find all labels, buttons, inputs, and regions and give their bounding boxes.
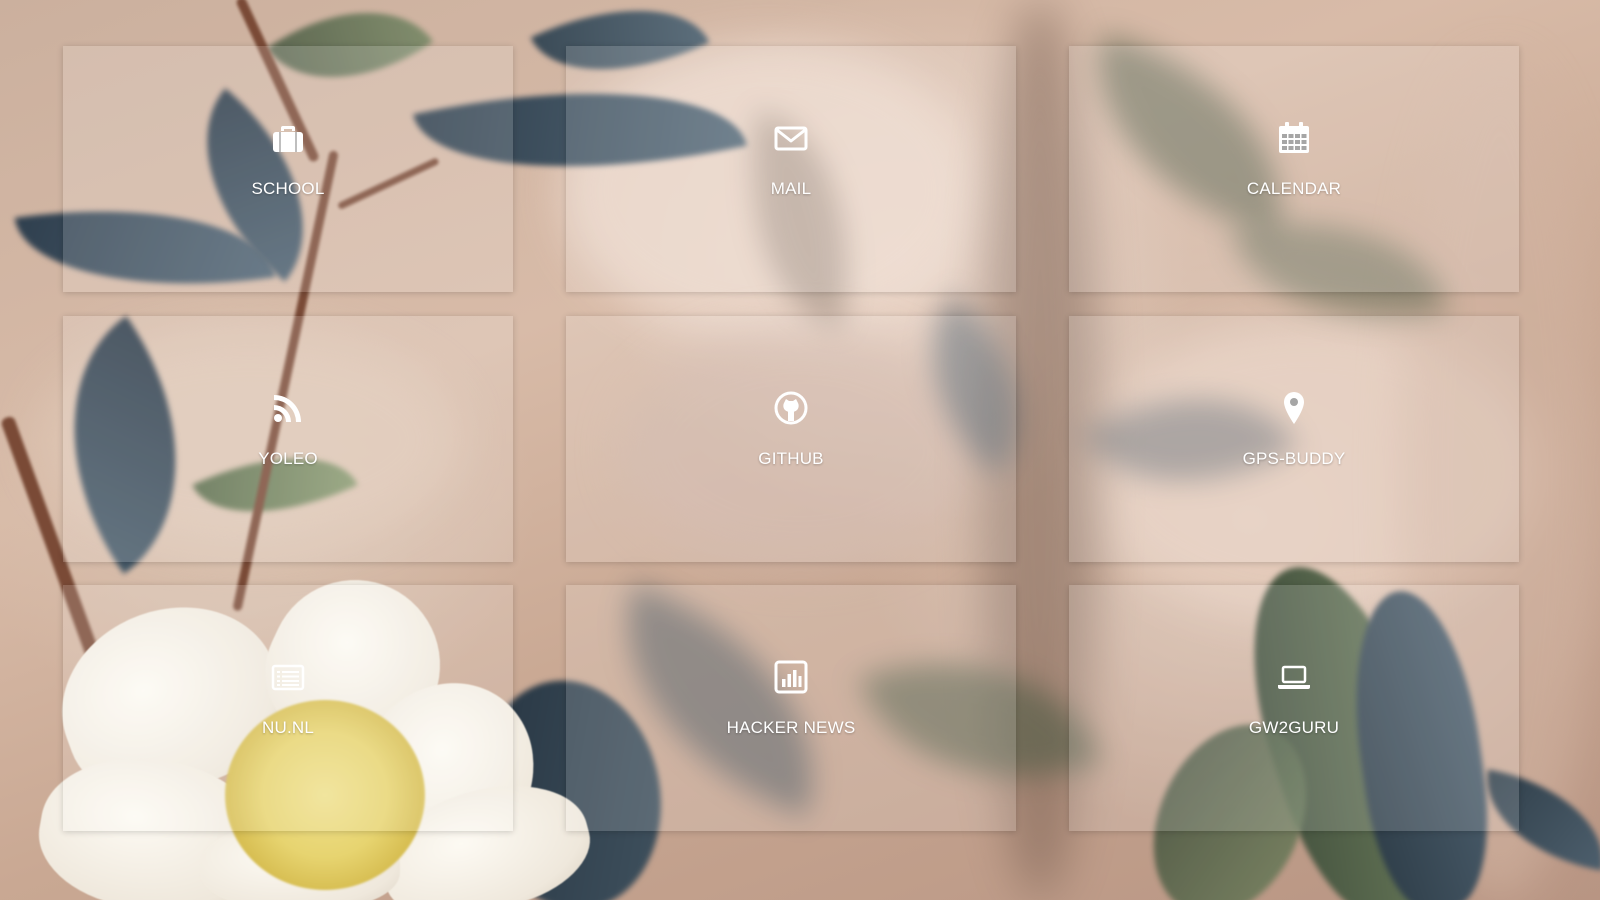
tile-gw2guru[interactable]: GW2GURU <box>1069 585 1519 831</box>
tile-hacker-news[interactable]: HACKER NEWS <box>566 585 1016 831</box>
bar-chart-icon <box>773 659 809 695</box>
tile-label: MAIL <box>770 179 812 198</box>
envelope-icon <box>773 120 809 156</box>
calendar-icon <box>1276 120 1312 156</box>
tile-label: NU.NL <box>261 718 314 737</box>
github-icon <box>773 390 809 426</box>
tile-label: HACKER NEWS <box>726 718 856 737</box>
laptop-icon <box>1276 659 1312 695</box>
tile-yoleo[interactable]: YOLEO <box>63 316 513 562</box>
newspaper-icon <box>270 659 306 695</box>
tile-label: SCHOOL <box>251 179 325 198</box>
tile-gps-buddy[interactable]: GPS-BUDDY <box>1069 316 1519 562</box>
tile-label: CALENDAR <box>1246 179 1342 198</box>
tile-label: GITHUB <box>758 449 824 468</box>
briefcase-icon <box>270 120 306 156</box>
map-pin-icon <box>1276 390 1312 426</box>
tile-nu-nl[interactable]: NU.NL <box>63 585 513 831</box>
tile-label: GW2GURU <box>1248 718 1340 737</box>
tile-github[interactable]: GITHUB <box>566 316 1016 562</box>
tile-school[interactable]: SCHOOL <box>63 46 513 292</box>
tile-label: YOLEO <box>258 449 318 468</box>
tile-mail[interactable]: MAIL <box>566 46 1016 292</box>
tile-calendar[interactable]: CALENDAR <box>1069 46 1519 292</box>
tile-label: GPS-BUDDY <box>1242 449 1346 468</box>
rss-icon <box>270 390 306 426</box>
